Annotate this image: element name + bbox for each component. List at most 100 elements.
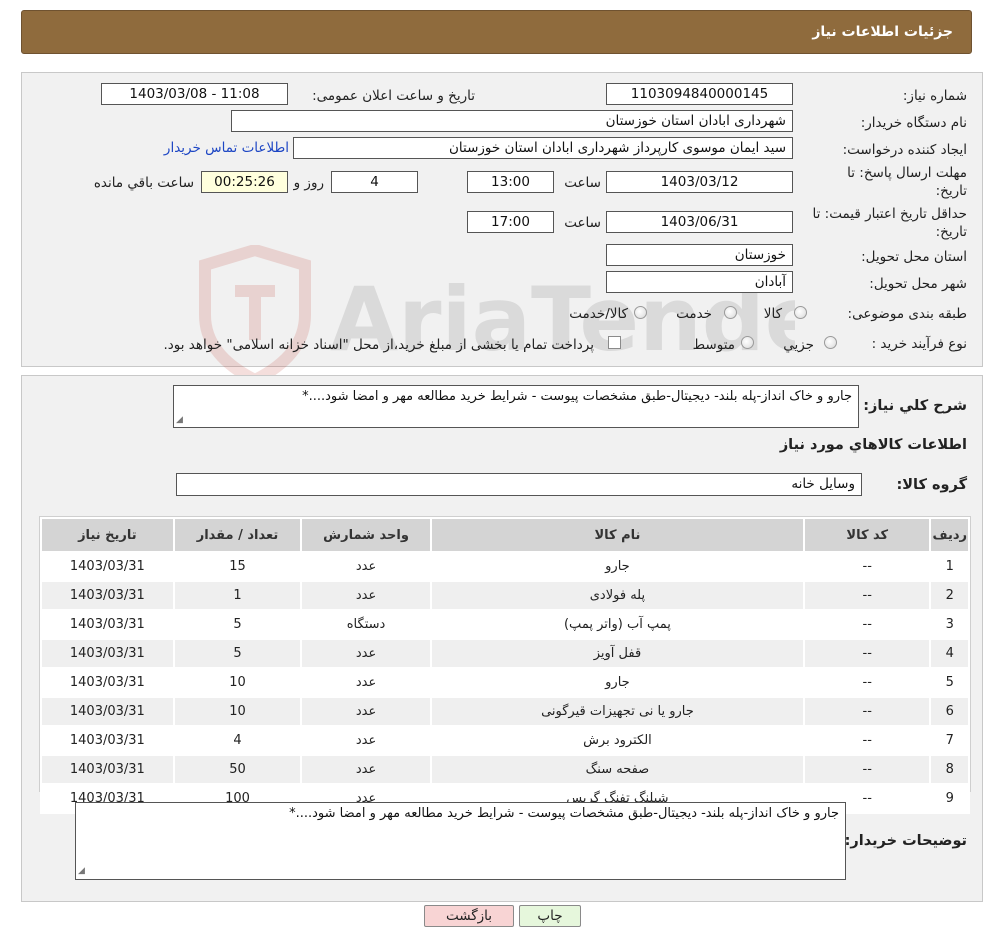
cell-need-date: 1403/03/31	[40, 667, 175, 698]
table-row: 2 -- پله فولادی عدد 1 1403/03/31	[40, 580, 970, 611]
delivery-province-field: خوزستان	[606, 244, 793, 266]
print-button[interactable]: چاپ	[519, 905, 581, 927]
price-validity-time-field: 17:00	[467, 211, 554, 233]
cell-item-name: الکترود برش	[429, 725, 806, 756]
process-medium-radio[interactable]	[741, 336, 754, 349]
delivery-province-label: استان محل تحویل:	[861, 249, 967, 265]
cell-item-code: --	[803, 638, 932, 669]
price-validity-date-field: 1403/06/31	[606, 211, 793, 233]
page-header: جزئیات اطلاعات نیاز	[21, 10, 972, 54]
goods-table-frame: ردیف کد کالا نام کالا واحد شمارش تعداد /…	[39, 516, 971, 814]
cell-quantity: 5	[172, 638, 303, 669]
cell-item-code: --	[803, 696, 932, 727]
table-row: 1 -- جارو عدد 15 1403/03/31	[40, 551, 970, 582]
buyer-notes-label: توضیحات خریدار:	[844, 833, 967, 849]
back-button[interactable]: بازگشت	[424, 905, 514, 927]
cell-item-code: --	[803, 667, 932, 698]
cell-unit: عدد	[300, 667, 432, 698]
cell-need-date: 1403/03/31	[40, 725, 175, 756]
page-title: جزئیات اطلاعات نیاز	[812, 24, 953, 40]
column-header-item-name: نام کالا	[429, 517, 806, 553]
category-service-radio[interactable]	[724, 306, 737, 319]
cell-need-date: 1403/03/31	[40, 580, 175, 611]
subject-category-label: طبقه بندی موضوعی:	[847, 306, 967, 322]
buyer-org-label: نام دستگاه خریدار:	[860, 115, 967, 131]
column-header-row-number: ردیف	[929, 517, 970, 553]
cell-unit: دستگاه	[300, 609, 432, 640]
column-header-quantity: تعداد / مقدار	[172, 517, 303, 553]
remaining-days-label: روز و	[293, 175, 324, 191]
general-description-textarea[interactable]: جارو و خاک انداز-پله بلند- دیجیتال-طبق م…	[173, 385, 859, 428]
deadline-label-line1: مهلت ارسال پاسخ: تا	[847, 165, 967, 181]
cell-quantity: 5	[172, 609, 303, 640]
table-row: 8 -- صفحه سنگ عدد 50 1403/03/31	[40, 754, 970, 785]
need-number-label: شماره نیاز:	[902, 88, 967, 104]
category-goods-service-label: کالا/خدمت	[569, 306, 628, 322]
cell-item-name: جارو	[429, 551, 806, 582]
purchase-process-label: نوع فرآیند خرید :	[871, 336, 967, 352]
table-row: 3 -- پمپ آب (واتر پمپ) دستگاه 5 1403/03/31	[40, 609, 970, 640]
deadline-time-label: ساعت	[564, 175, 601, 191]
cell-item-name: پمپ آب (واتر پمپ)	[429, 609, 806, 640]
announce-datetime-field: 1403/03/08 - 11:08	[101, 83, 288, 105]
need-number-field: 1103094840000145	[606, 83, 793, 105]
buyer-notes-textarea[interactable]: جارو و خاک انداز-پله بلند- دیجیتال-طبق م…	[75, 802, 846, 880]
cell-unit: عدد	[300, 580, 432, 611]
resize-grip-icon[interactable]: ◢	[78, 866, 85, 946]
category-goods-label: کالا	[763, 306, 782, 322]
cell-row-number: 2	[929, 580, 970, 611]
cell-quantity: 15	[172, 551, 303, 582]
cell-row-number: 7	[929, 725, 970, 756]
process-minor-radio[interactable]	[824, 336, 837, 349]
cell-row-number: 1	[929, 551, 970, 582]
goods-table: ردیف کد کالا نام کالا واحد شمارش تعداد /…	[40, 517, 970, 814]
deadline-label-line2: تاریخ:	[935, 183, 967, 199]
cell-item-name: جارو	[429, 667, 806, 698]
cell-item-code: --	[803, 754, 932, 785]
cell-row-number: 3	[929, 609, 970, 640]
buyer-org-field: شهرداری ابادان استان خوزستان	[231, 110, 793, 132]
treasury-payment-checkbox[interactable]	[608, 336, 621, 349]
cell-item-name: پله فولادی	[429, 580, 806, 611]
delivery-city-label: شهر محل تحویل:	[869, 276, 967, 292]
remaining-time-label: ساعت باقي مانده	[93, 175, 194, 191]
cell-unit: عدد	[300, 638, 432, 669]
goods-section-title: اطلاعات کالاهاي مورد نیاز	[779, 437, 967, 453]
requester-label: ایجاد کننده درخواست:	[842, 142, 967, 158]
cell-need-date: 1403/03/31	[40, 609, 175, 640]
cell-row-number: 6	[929, 696, 970, 727]
cell-item-code: --	[803, 580, 932, 611]
category-goods-radio[interactable]	[794, 306, 807, 319]
goods-group-field: وسایل خانه	[176, 473, 862, 496]
cell-unit: عدد	[300, 696, 432, 727]
cell-quantity: 1	[172, 580, 303, 611]
cell-quantity: 10	[172, 667, 303, 698]
column-header-item-code: کد کالا	[803, 517, 932, 553]
deadline-time-field: 13:00	[467, 171, 554, 193]
column-header-unit: واحد شمارش	[300, 517, 432, 553]
process-minor-label: جزیي	[783, 337, 814, 353]
cell-unit: عدد	[300, 754, 432, 785]
table-row: 4 -- قفل آویز عدد 5 1403/03/31	[40, 638, 970, 669]
cell-row-number: 5	[929, 667, 970, 698]
column-header-need-date: تاریخ نیاز	[40, 517, 175, 553]
cell-item-code: --	[803, 609, 932, 640]
cell-need-date: 1403/03/31	[40, 754, 175, 785]
price-validity-label-line2: تاریخ:	[935, 224, 967, 240]
cell-unit: عدد	[300, 725, 432, 756]
category-goods-service-radio[interactable]	[634, 306, 647, 319]
cell-need-date: 1403/03/31	[40, 638, 175, 669]
goods-table-header-row: ردیف کد کالا نام کالا واحد شمارش تعداد /…	[40, 517, 970, 553]
cell-quantity: 50	[172, 754, 303, 785]
cell-unit: عدد	[300, 551, 432, 582]
cell-quantity: 4	[172, 725, 303, 756]
goods-group-label: گروه کالا:	[896, 477, 967, 493]
buyer-contact-link[interactable]: اطلاعات تماس خریدار	[164, 140, 289, 156]
price-validity-time-label: ساعت	[564, 215, 601, 231]
general-description-label: شرح کلي نیاز:	[863, 398, 967, 414]
remaining-days-field: 4	[331, 171, 418, 193]
cell-item-name: قفل آویز	[429, 638, 806, 669]
cell-need-date: 1403/03/31	[40, 551, 175, 582]
cell-quantity: 10	[172, 696, 303, 727]
table-row: 6 -- جارو یا نی تجهیزات قیرگونی عدد 10 1403/0…	[40, 696, 970, 727]
